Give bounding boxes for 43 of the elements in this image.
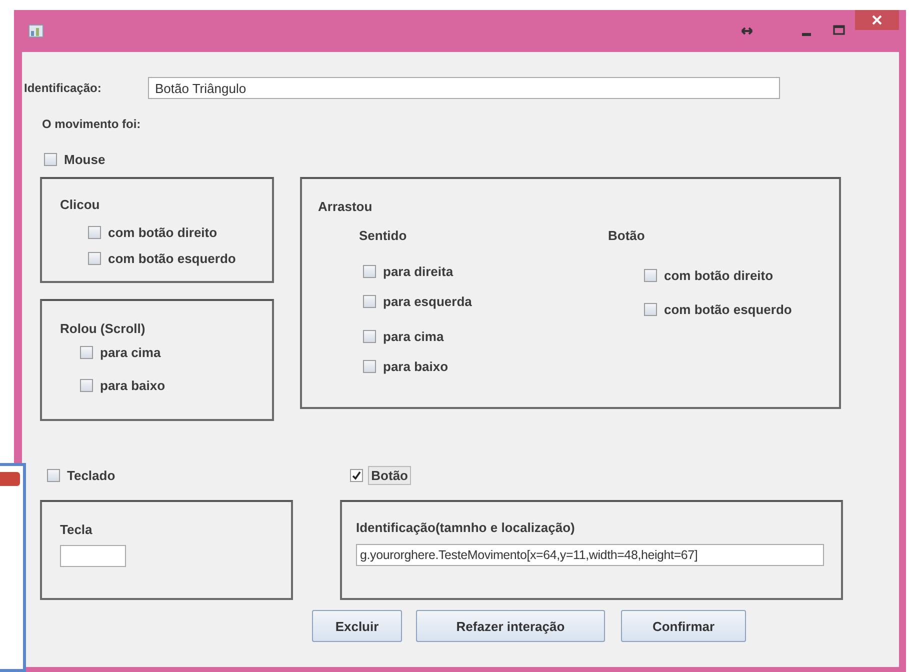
field-label: Identificação: xyxy=(24,81,102,95)
checkbox-label[interactable]: com botão direito xyxy=(106,224,220,241)
checkbox-label[interactable]: para cima xyxy=(98,344,163,361)
checkbox-label[interactable]: com botão esquerdo xyxy=(662,301,794,318)
identification-field[interactable]: g.yourorghere.TesteMovimento[x=64,y=11,width=48,height=67] xyxy=(356,544,824,566)
checkbox[interactable] xyxy=(644,269,657,282)
checkbox-label[interactable]: com botão esquerdo xyxy=(106,250,238,267)
checkbox[interactable] xyxy=(80,346,93,359)
checkbox-label[interactable]: para baixo xyxy=(98,377,168,394)
identification-field[interactable]: Botão Triângulo xyxy=(148,77,780,99)
group-title: Arrastou xyxy=(318,199,374,214)
checkbox-label[interactable]: com botão direito xyxy=(662,267,776,284)
checkbox-label[interactable]: para direita xyxy=(381,263,456,280)
section-label: O movimento foi: xyxy=(42,117,142,131)
checkbox[interactable] xyxy=(363,360,376,373)
group-title: Clicou xyxy=(60,197,101,212)
checkbox-label[interactable]: Botão xyxy=(368,466,412,485)
group-title: Rolou (Scroll) xyxy=(60,321,146,336)
checkbox[interactable] xyxy=(47,469,60,482)
app-icon xyxy=(28,23,44,39)
close-button[interactable] xyxy=(855,10,899,30)
checkbox[interactable] xyxy=(644,303,657,316)
checkbox[interactable] xyxy=(363,295,376,308)
column-title: Botão xyxy=(608,228,646,243)
key-field[interactable] xyxy=(60,545,126,567)
column-title: Sentido xyxy=(359,228,408,243)
checkbox-label[interactable]: Mouse xyxy=(62,151,108,168)
checkbox-label[interactable]: para baixo xyxy=(381,358,450,375)
checkbox-label[interactable]: para esquerda xyxy=(381,293,474,310)
redo-button[interactable]: Refazer interação xyxy=(416,610,605,642)
checkbox[interactable] xyxy=(88,226,101,239)
group-title: Identificação(tamnho e localização) xyxy=(356,520,576,535)
checkbox-label[interactable]: Teclado xyxy=(65,467,118,484)
confirm-button[interactable]: Confirmar xyxy=(621,610,746,642)
checkbox[interactable] xyxy=(363,330,376,343)
checkbox[interactable] xyxy=(363,265,376,278)
checkbox[interactable] xyxy=(80,379,93,392)
group-title: Tecla xyxy=(60,522,94,537)
checkbox-label[interactable]: para cima xyxy=(381,328,446,345)
checkbox[interactable] xyxy=(350,469,364,482)
checkbox[interactable] xyxy=(88,252,101,265)
delete-button[interactable]: Excluir xyxy=(312,610,402,642)
checkbox[interactable] xyxy=(44,153,57,166)
